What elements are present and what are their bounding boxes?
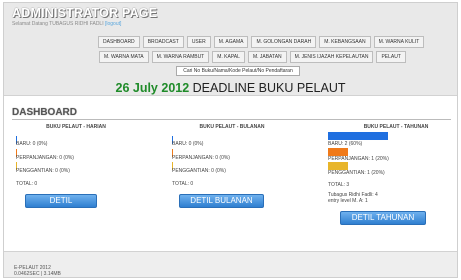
stats-monthly-title: BUKU PELAUT - BULANAN xyxy=(199,124,265,130)
stat-perpanjangan: PERPANJANGAN: 0 (0%) xyxy=(172,155,230,161)
stat-total: TOTAL: 0 xyxy=(172,181,194,187)
app-frame: ADMINISTRATOR PAGE Selamat Datang TUBAGU… xyxy=(3,2,458,278)
detil-tahunan-button[interactable]: DETIL TAHUNAN xyxy=(340,211,426,225)
welcome-label: Selamat Datang TUBAGUS RIDHI FADLI xyxy=(12,21,104,27)
footer-stats: 0.0462SEC | 3.14MB xyxy=(14,271,61,277)
page-header: ADMINISTRATOR PAGE Selamat Datang TUBAGU… xyxy=(4,3,457,96)
nav-m-jenis-ijazah[interactable]: M. JENIS IJAZAH KEPELAUTAN xyxy=(289,51,374,63)
page-footer xyxy=(4,251,457,277)
logout-link[interactable]: [logout] xyxy=(105,21,121,27)
stat-pengganti: PENGGANTIAN: 0 (0%) xyxy=(172,168,226,174)
welcome-text: Selamat Datang TUBAGUS RIDHI FADLI [logo… xyxy=(12,21,121,27)
stat-baru: BARU: 0 (0%) xyxy=(172,141,204,147)
nav-m-agama[interactable]: M. AGAMA xyxy=(213,36,249,48)
nav-broadcast[interactable]: BROADCAST xyxy=(142,36,184,48)
nav-m-warna-kulit[interactable]: M. WARNA KULIT xyxy=(373,36,425,48)
stat-pengganti: PENGGANTIAN: 1 (20%) xyxy=(328,170,385,176)
search-input[interactable]: Cari No Buku/Nama/Kode Pelaut/No Pendaft… xyxy=(176,66,300,76)
dashboard-divider xyxy=(12,119,451,120)
deadline-date: 26 July 2012 xyxy=(115,81,190,95)
nav-m-kapal[interactable]: M. KAPAL xyxy=(212,51,245,63)
stats-daily-title: BUKU PELAUT - HARIAN xyxy=(46,124,106,130)
stat-perpanjangan: PERPANJANGAN: 0 (0%) xyxy=(16,155,74,161)
detil-bulanan-button[interactable]: DETIL BULANAN xyxy=(179,194,264,208)
main-nav-row-1: DASHBOARD BROADCAST USER M. AGAMA M. GOL… xyxy=(98,36,425,48)
deadline-banner: 26 July 2012 DEADLINE BUKU PELAUT xyxy=(4,81,457,95)
nav-m-kebangsaan[interactable]: M. KEBANGSAAN xyxy=(319,36,371,48)
stats-yearly-title: BUKU PELAUT - TAHUNAN xyxy=(363,124,429,130)
deadline-text: DEADLINE BUKU PELAUT xyxy=(192,81,346,95)
bar-pengganti xyxy=(328,162,348,170)
nav-m-warna-mata[interactable]: M. WARNA MATA xyxy=(99,51,149,63)
nav-pelaut[interactable]: PELAUT xyxy=(376,51,406,63)
nav-user[interactable]: USER xyxy=(186,36,211,48)
page-title: ADMINISTRATOR PAGE xyxy=(12,6,158,20)
main-nav-row-2: M. WARNA MATA M. WARNA RAMBUT M. KAPAL M… xyxy=(99,51,406,63)
stat-total: TOTAL: 0 xyxy=(16,181,38,187)
nav-m-golongan-darah[interactable]: M. GOLONGAN DARAH xyxy=(251,36,317,48)
bar-baru xyxy=(328,132,388,140)
nav-m-warna-rambut[interactable]: M. WARNA RAMBUT xyxy=(151,51,210,63)
stat-baru: BARU: 0 (0%) xyxy=(16,141,48,147)
stat-note-entry: entry level M. A: 1 xyxy=(328,198,368,204)
bar-perpanjangan xyxy=(328,148,348,156)
stat-total: TOTAL: 3 xyxy=(328,182,350,188)
nav-m-jabatan[interactable]: M. JABATAN xyxy=(247,51,287,63)
stat-baru: BARU: 2 (60%) xyxy=(328,141,363,147)
nav-dashboard[interactable]: DASHBOARD xyxy=(98,36,140,48)
stat-pengganti: PENGGANTIAN: 0 (0%) xyxy=(16,168,70,174)
detil-button[interactable]: DETIL xyxy=(25,194,97,208)
dashboard-title: DASHBOARD xyxy=(12,107,77,118)
